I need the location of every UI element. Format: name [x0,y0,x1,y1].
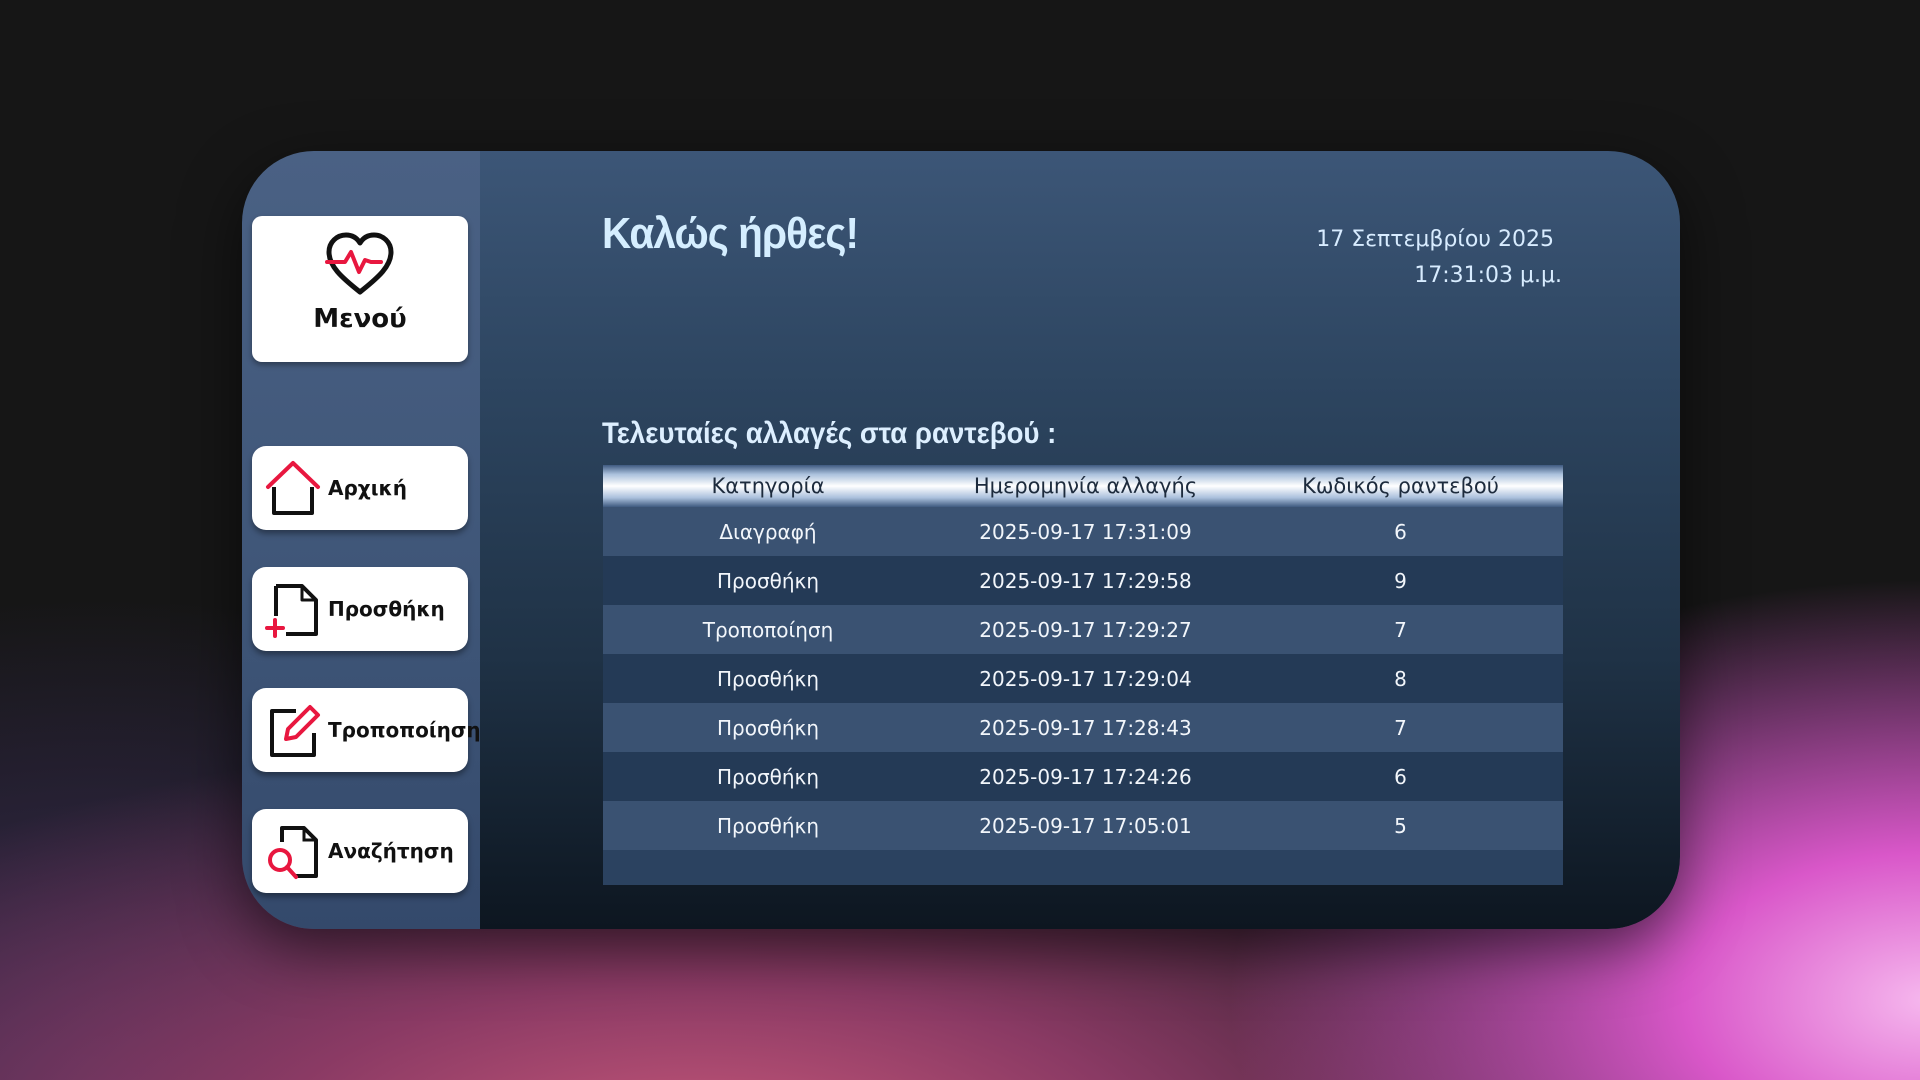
current-time: 17:31:03 μ.μ. [1414,263,1562,288]
cell-appointment-id: 7 [1238,605,1563,654]
cell-date: 2025-09-17 17:24:26 [933,752,1238,801]
nav-search-label: Αναζήτηση [328,839,454,863]
cell-category: Προσθήκη [603,752,933,801]
cell-category: Προσθήκη [603,801,933,850]
cell-appointment-id: 9 [1238,556,1563,605]
cell-appointment-id: 8 [1238,654,1563,703]
changes-table-container: Κατηγορία Ημερομηνία αλλαγής Κωδικός ραν… [603,465,1563,885]
cell-date: 2025-09-17 17:31:09 [933,507,1238,556]
cell-appointment-id: 6 [1238,752,1563,801]
recent-changes-title: Τελευταίες αλλαγές στα ραντεβού : [602,417,1057,450]
column-header-appointment-id[interactable]: Κωδικός ραντεβού [1238,465,1563,507]
cell-date: 2025-09-17 17:05:01 [933,801,1238,850]
cell-appointment-id: 5 [1238,801,1563,850]
cell-date: 2025-09-17 17:29:58 [933,556,1238,605]
sidebar: Μενού Αρχική Προσθήκη Τροποποίηση Αναζήτ… [242,151,481,929]
home-icon [266,461,320,515]
table-row[interactable]: Προσθήκη 2025-09-17 17:29:04 8 [603,654,1563,703]
current-date: 17 Σεπτεμβρίου 2025 [1316,227,1554,252]
cell-category: Διαγραφή [603,507,933,556]
nav-edit-button[interactable]: Τροποποίηση [252,688,481,772]
table-row[interactable]: Διαγραφή 2025-09-17 17:31:09 6 [603,507,1563,556]
table-row[interactable]: Προσθήκη 2025-09-17 17:29:58 9 [603,556,1563,605]
table-row[interactable]: Προσθήκη 2025-09-17 17:24:26 6 [603,752,1563,801]
cell-appointment-id: 6 [1238,507,1563,556]
nav-home-button[interactable]: Αρχική [252,446,468,530]
cell-category: Τροποποίηση [603,605,933,654]
table-header-row: Κατηγορία Ημερομηνία αλλαγής Κωδικός ραν… [603,465,1563,507]
cell-category: Προσθήκη [603,654,933,703]
heart-pulse-icon [325,232,394,295]
nav-edit-label: Τροποποίηση [328,718,481,742]
nav-add-label: Προσθήκη [328,597,445,621]
column-header-category[interactable]: Κατηγορία [603,465,933,507]
table-row[interactable]: Προσθήκη 2025-09-17 17:05:01 5 [603,801,1563,850]
welcome-title: Καλώς ήρθες! [602,209,859,258]
nav-home-label: Αρχική [328,476,407,500]
cell-date: 2025-09-17 17:29:04 [933,654,1238,703]
cell-date: 2025-09-17 17:29:27 [933,605,1238,654]
cell-category: Προσθήκη [603,703,933,752]
edit-icon [270,705,320,757]
cell-appointment-id: 7 [1238,703,1563,752]
menu-card: Μενού [252,216,468,362]
nav-search-button[interactable]: Αναζήτηση [252,809,468,893]
main-content: Καλώς ήρθες! 17 Σεπτεμβρίου 2025 17:31:0… [480,151,1680,929]
changes-table: Κατηγορία Ημερομηνία αλλαγής Κωδικός ραν… [603,465,1563,850]
add-document-icon [265,584,318,638]
table-row[interactable]: Τροποποίηση 2025-09-17 17:29:27 7 [603,605,1563,654]
cell-date: 2025-09-17 17:28:43 [933,703,1238,752]
search-document-icon [268,826,318,879]
app-window: Μενού Αρχική Προσθήκη Τροποποίηση Αναζήτ… [242,151,1680,929]
nav-add-button[interactable]: Προσθήκη [252,567,468,651]
menu-title: Μενού [313,304,407,334]
column-header-date[interactable]: Ημερομηνία αλλαγής [933,465,1238,507]
table-row[interactable]: Προσθήκη 2025-09-17 17:28:43 7 [603,703,1563,752]
cell-category: Προσθήκη [603,556,933,605]
